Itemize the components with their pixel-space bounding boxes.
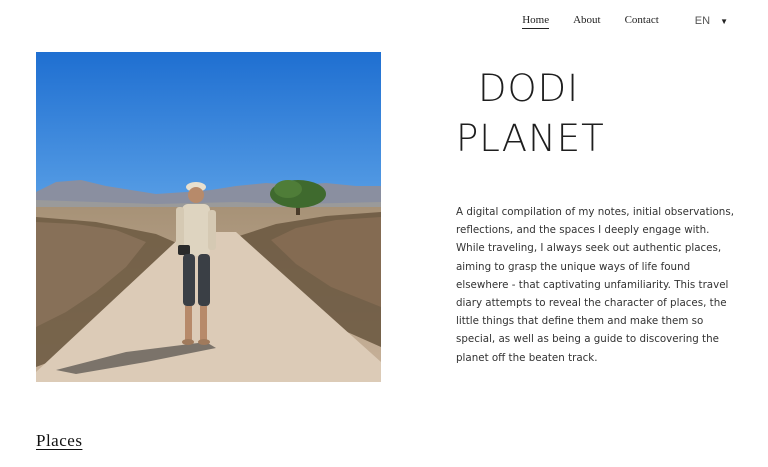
site-title-line2: PLANET bbox=[456, 117, 605, 160]
nav-home-link[interactable]: Home bbox=[522, 14, 550, 29]
nav-about-link[interactable]: About bbox=[573, 14, 601, 28]
places-heading[interactable]: Places bbox=[36, 431, 82, 451]
traveler-photo-illustration bbox=[36, 52, 381, 382]
top-nav: Home About Contact EN ▼ bbox=[498, 12, 728, 30]
language-selector[interactable]: EN ▼ bbox=[695, 15, 728, 27]
site-title-line1: DODI bbox=[478, 67, 580, 110]
hero-photo bbox=[36, 52, 381, 382]
language-label: EN bbox=[694, 15, 711, 27]
caret-down-icon: ▼ bbox=[720, 16, 728, 26]
nav-contact-link[interactable]: Contact bbox=[625, 14, 659, 28]
intro-paragraph: A digital compilation of my notes, initi… bbox=[456, 206, 734, 364]
site-title: DODI PLANET bbox=[456, 64, 605, 164]
